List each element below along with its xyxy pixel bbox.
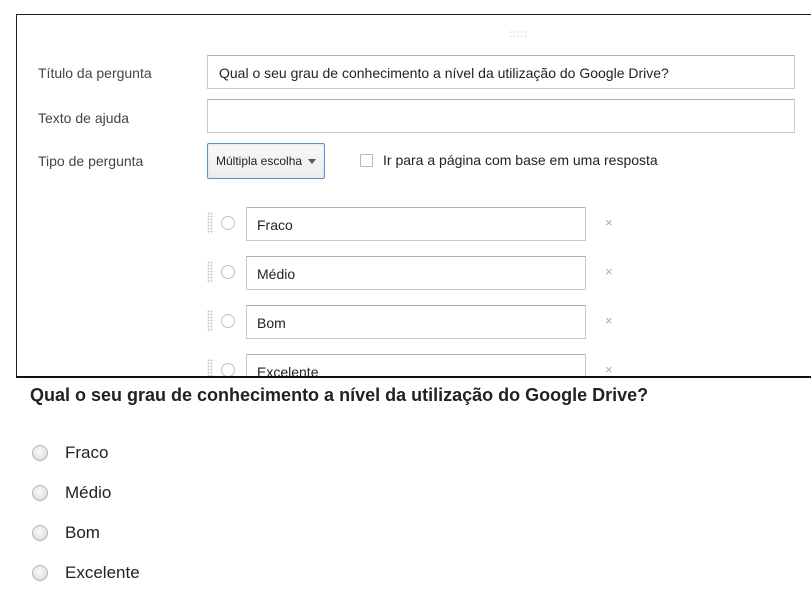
preview-question-title: Qual o seu grau de conhecimento a nível … (30, 385, 649, 405)
preview-option[interactable]: Fraco (30, 440, 108, 466)
option-row: Médio × (207, 256, 627, 290)
remove-option-icon[interactable]: × (605, 264, 613, 279)
drag-grip-icon[interactable] (207, 359, 213, 376)
option-row: Bom × (207, 305, 627, 339)
question-type-value: Múltipla escolha (216, 154, 303, 168)
question-title-input[interactable]: Qual o seu grau de conhecimento a nível … (207, 55, 795, 89)
preview-option-label[interactable]: Excelente (65, 563, 140, 583)
drag-grip-icon[interactable] (207, 212, 213, 234)
preview-option-label[interactable]: Médio (65, 483, 111, 503)
drag-handle-icon[interactable]: ::::: (509, 30, 528, 40)
option-row: Excelente × (207, 354, 627, 376)
radio-icon (221, 314, 235, 328)
radio-button-icon[interactable] (32, 445, 48, 461)
radio-button-icon[interactable] (32, 525, 48, 541)
option-input[interactable]: Médio (246, 256, 586, 290)
remove-option-icon[interactable]: × (605, 215, 613, 230)
option-input[interactable]: Bom (246, 305, 586, 339)
help-text-input[interactable] (207, 99, 795, 133)
option-input[interactable]: Excelente (246, 354, 586, 376)
preview-option[interactable]: Médio (30, 480, 111, 506)
preview-option-label[interactable]: Fraco (65, 443, 108, 463)
preview-option[interactable]: Excelente (30, 560, 140, 586)
remove-option-icon[interactable]: × (605, 313, 613, 328)
chevron-down-icon (308, 158, 317, 164)
page-branch-label[interactable]: Ir para a página com base em uma respost… (383, 152, 658, 168)
drag-grip-icon[interactable] (207, 261, 213, 283)
radio-icon (221, 363, 235, 376)
question-type-label: Tipo de pergunta (38, 153, 144, 169)
option-row: Fraco × (207, 207, 627, 241)
remove-option-icon[interactable]: × (605, 362, 613, 376)
radio-icon (221, 265, 235, 279)
question-editor-panel: ::::: Título da pergunta Qual o seu grau… (16, 14, 811, 378)
help-text-label: Texto de ajuda (38, 110, 130, 126)
drag-grip-icon[interactable] (207, 310, 213, 332)
question-title-label: Título da pergunta (38, 65, 152, 81)
page-branch-checkbox[interactable] (360, 154, 373, 167)
radio-button-icon[interactable] (32, 485, 48, 501)
radio-icon (221, 216, 235, 230)
question-type-dropdown[interactable]: Múltipla escolha (207, 143, 326, 179)
radio-button-icon[interactable] (32, 565, 48, 581)
preview-option[interactable]: Bom (30, 520, 100, 546)
option-input[interactable]: Fraco (246, 207, 586, 241)
preview-option-label[interactable]: Bom (65, 523, 100, 543)
